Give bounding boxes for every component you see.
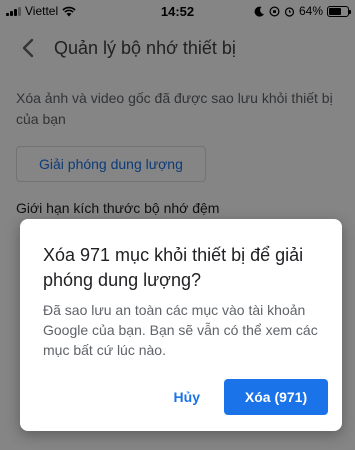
confirm-dialog: Xóa 971 mục khỏi thiết bị để giải phóng … [20,219,342,431]
dialog-title: Xóa 971 mục khỏi thiết bị để giải phóng … [43,245,304,290]
delete-confirm-button[interactable]: Xóa (971) [224,379,328,415]
cancel-button[interactable]: Hủy [162,379,212,415]
dialog-actions: Hủy Xóa (971) [162,379,328,415]
dialog-body: Đã sao lưu an toàn các mục vào tài khoản… [43,302,318,358]
